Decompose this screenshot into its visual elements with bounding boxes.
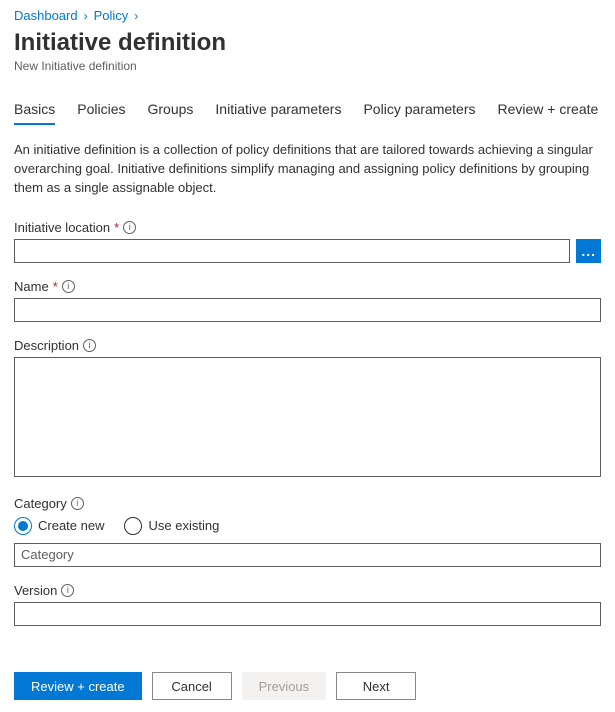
required-asterisk-icon: * — [114, 220, 119, 235]
ellipsis-icon: ... — [581, 244, 596, 258]
radio-icon — [14, 517, 32, 535]
info-icon[interactable]: i — [83, 339, 96, 352]
required-asterisk-icon: * — [53, 279, 58, 294]
label-initiative-location: Initiative location — [14, 220, 110, 235]
label-category: Category — [14, 496, 67, 511]
radio-use-existing[interactable]: Use existing — [124, 517, 219, 535]
tab-groups[interactable]: Groups — [147, 101, 193, 123]
initiative-location-input[interactable] — [14, 239, 570, 263]
field-description: Description i — [14, 338, 601, 480]
name-input[interactable] — [14, 298, 601, 322]
info-icon[interactable]: i — [123, 221, 136, 234]
field-initiative-location: Initiative location * i ... — [14, 220, 601, 263]
category-input[interactable] — [14, 543, 601, 567]
tab-policy-parameters[interactable]: Policy parameters — [363, 101, 475, 123]
radio-label-use-existing: Use existing — [148, 518, 219, 533]
tab-review-create[interactable]: Review + create — [498, 101, 599, 123]
radio-create-new[interactable]: Create new — [14, 517, 104, 535]
review-create-button[interactable]: Review + create — [14, 672, 142, 700]
radio-icon — [124, 517, 142, 535]
chevron-right-icon: › — [84, 9, 88, 23]
field-category: Category i Create new Use existing — [14, 496, 601, 567]
breadcrumb-policy[interactable]: Policy — [94, 8, 129, 23]
radio-label-create-new: Create new — [38, 518, 104, 533]
tab-initiative-parameters[interactable]: Initiative parameters — [215, 101, 341, 123]
label-description: Description — [14, 338, 79, 353]
version-input[interactable] — [14, 602, 601, 626]
next-button[interactable]: Next — [336, 672, 416, 700]
field-version: Version i — [14, 583, 601, 626]
info-icon[interactable]: i — [71, 497, 84, 510]
cancel-button[interactable]: Cancel — [152, 672, 232, 700]
label-name: Name — [14, 279, 49, 294]
breadcrumb-dashboard[interactable]: Dashboard — [14, 8, 78, 23]
page-subtitle: New Initiative definition — [14, 59, 601, 73]
chevron-right-icon: › — [134, 9, 138, 23]
info-icon[interactable]: i — [61, 584, 74, 597]
browse-location-button[interactable]: ... — [576, 239, 601, 263]
field-name: Name * i — [14, 279, 601, 322]
description-textarea[interactable] — [14, 357, 601, 477]
previous-button: Previous — [242, 672, 327, 700]
tab-policies[interactable]: Policies — [77, 101, 125, 123]
breadcrumb: Dashboard › Policy › — [14, 8, 601, 23]
label-version: Version — [14, 583, 57, 598]
info-icon[interactable]: i — [62, 280, 75, 293]
intro-text: An initiative definition is a collection… — [14, 141, 599, 198]
footer-actions: Review + create Cancel Previous Next — [0, 660, 615, 712]
tab-basics[interactable]: Basics — [14, 101, 55, 123]
page-title: Initiative definition — [14, 29, 601, 57]
tab-bar: Basics Policies Groups Initiative parame… — [14, 101, 601, 123]
